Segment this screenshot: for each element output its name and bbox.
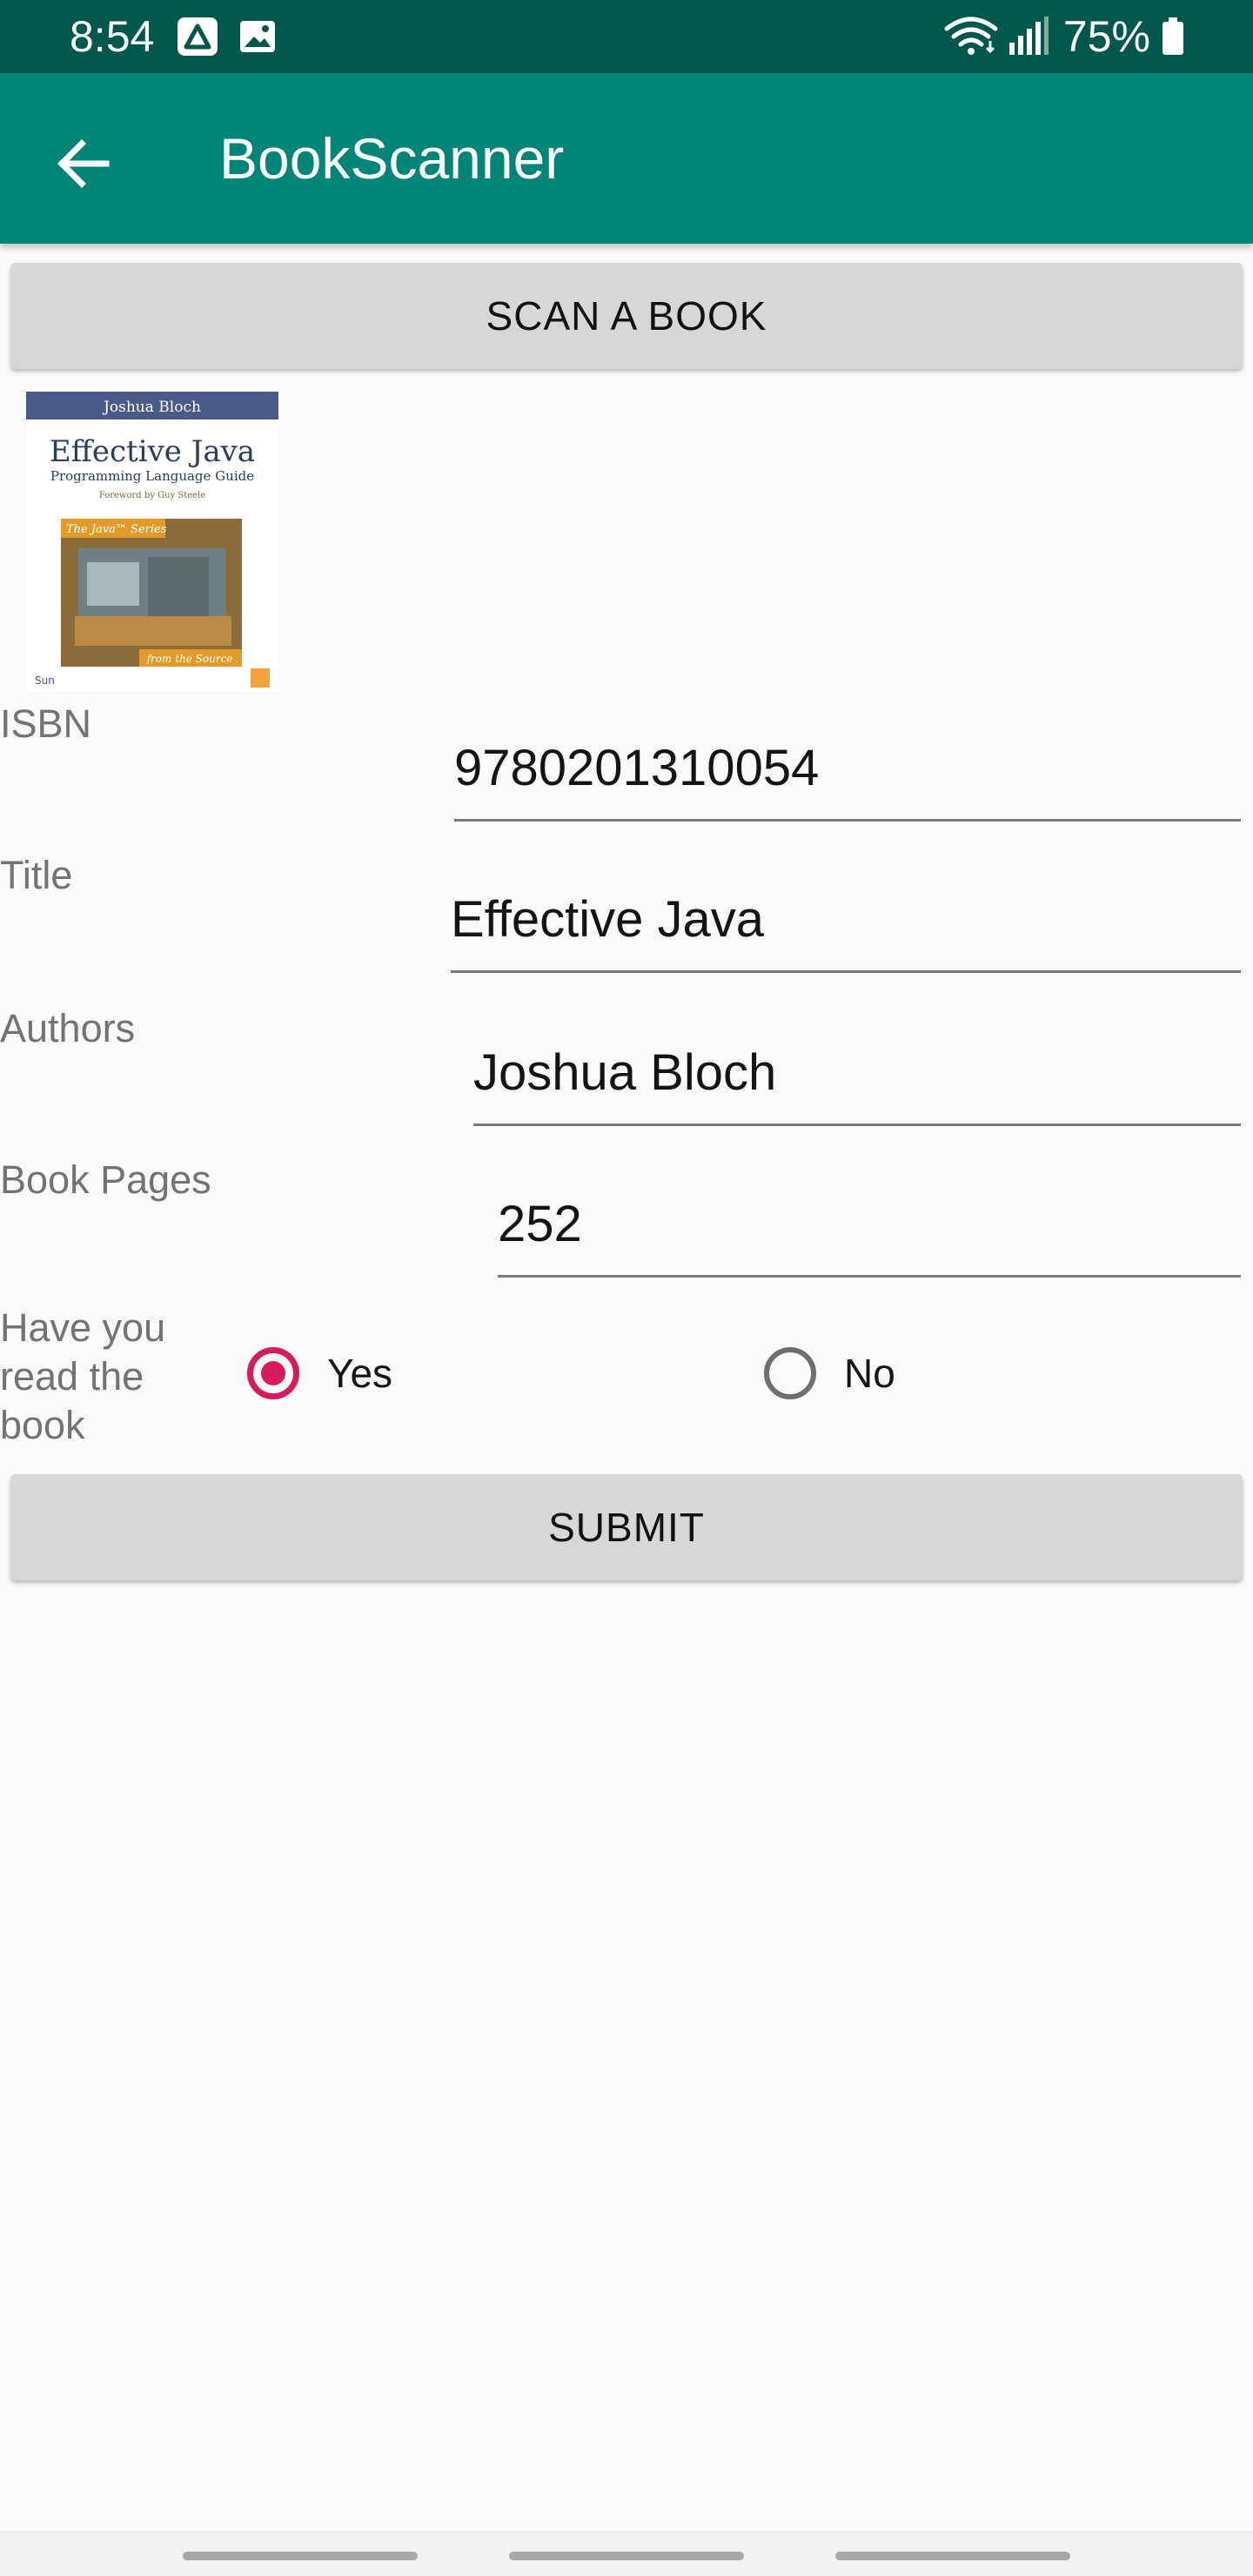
isbn-field[interactable]: 9780201310054 <box>454 738 1241 822</box>
radio-yes-label: Yes <box>327 1351 393 1396</box>
authors-label: Authors <box>0 1006 136 1050</box>
radio-no[interactable]: No <box>764 1347 895 1399</box>
pages-field[interactable]: 252 <box>498 1194 1241 1278</box>
battery-percent: 75% <box>1062 12 1150 61</box>
app-bar: BookScanner <box>0 73 1253 244</box>
wifi-icon <box>944 17 998 55</box>
cover-title: Effective Java <box>50 434 255 469</box>
status-time: 8:54 <box>70 12 155 61</box>
title-label: Title <box>0 853 73 897</box>
read-question-label: Have you read the book <box>0 1305 166 1447</box>
signal-icon <box>1008 17 1049 55</box>
notification-app-icon <box>178 17 218 56</box>
authors-field[interactable]: Joshua Bloch <box>473 1043 1241 1126</box>
cover-subtitle: Programming Language Guide <box>50 468 254 484</box>
scan-book-button[interactable]: SCAN A BOOK <box>10 263 1243 369</box>
back-button[interactable] <box>50 129 120 198</box>
radio-yes[interactable]: Yes <box>247 1347 392 1399</box>
pages-label: Book Pages <box>0 1157 211 1202</box>
submit-button[interactable]: SUBMIT <box>10 1474 1243 1580</box>
radio-no-label: No <box>844 1351 895 1396</box>
title-field[interactable]: Effective Java <box>451 889 1241 973</box>
book-cover-image: Joshua Bloch Effective Java Programming … <box>26 392 278 691</box>
app-title: BookScanner <box>219 126 565 191</box>
navigation-bar <box>0 2531 1253 2576</box>
isbn-label: ISBN <box>0 701 92 746</box>
cover-tagline: from the Source <box>146 653 233 665</box>
battery-icon <box>1163 17 1183 55</box>
cover-publisher: Sun <box>35 674 55 687</box>
status-bar: 8:54 75% <box>0 0 1253 73</box>
image-notification-icon <box>240 21 275 52</box>
status-system-icons: 75% <box>941 12 1185 61</box>
radio-checked-icon <box>247 1347 299 1399</box>
arrow-left-icon <box>57 139 110 188</box>
radio-unchecked-icon <box>764 1347 816 1399</box>
cover-foreword: Foreword by Guy Steele <box>99 491 205 500</box>
nav-home-handle[interactable] <box>509 2552 744 2560</box>
cover-author: Joshua Bloch <box>102 399 201 416</box>
status-notification-icons <box>178 17 282 62</box>
nav-back-handle[interactable] <box>835 2552 1070 2560</box>
cover-series: The Java™ Series <box>66 523 167 536</box>
nav-recent-handle[interactable] <box>183 2552 418 2560</box>
